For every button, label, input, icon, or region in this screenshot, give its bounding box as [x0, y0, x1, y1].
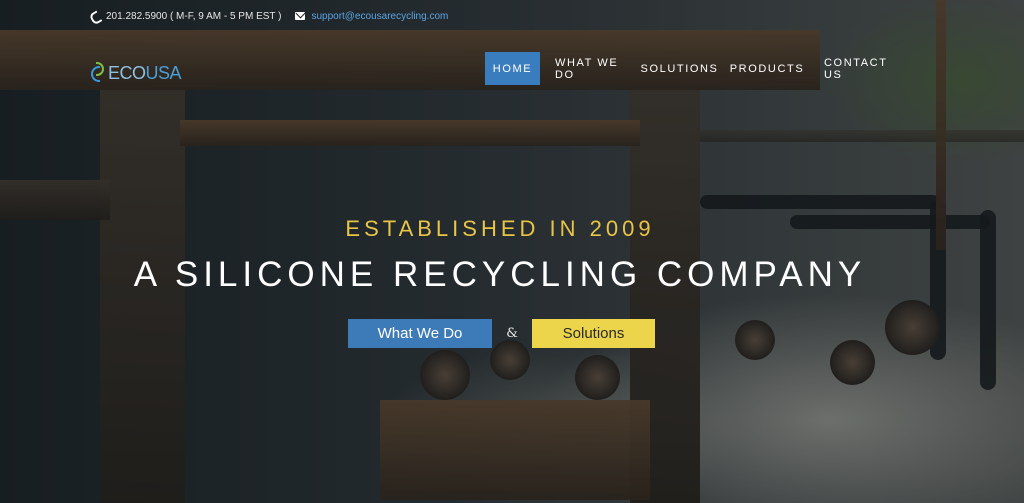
cta-row: What We Do & Solutions: [348, 319, 655, 348]
phone-text: 201.282.5900 ( M-F, 9 AM - 5 PM EST ): [106, 10, 282, 22]
phone-icon: [90, 11, 100, 21]
envelope-icon: [295, 12, 306, 20]
site-logo[interactable]: ECOUSA: [91, 61, 182, 85]
leaf-logo-icon: [91, 62, 105, 84]
nav-item-what-we-do[interactable]: WHAT WE DO: [543, 52, 635, 85]
email-contact[interactable]: support@ecousarecycling.com: [295, 11, 448, 22]
logo-text: ECOUSA: [108, 62, 182, 83]
solutions-button[interactable]: Solutions: [532, 319, 655, 348]
phone-contact[interactable]: 201.282.5900 ( M-F, 9 AM - 5 PM EST ): [90, 11, 281, 22]
what-we-do-button[interactable]: What We Do: [348, 319, 492, 348]
hero-headline: A SILICONE RECYCLING COMPANY: [133, 255, 867, 294]
nav-item-products[interactable]: PRODUCTS: [724, 52, 810, 85]
established-tagline: ESTABLISHED IN 2009: [345, 216, 655, 241]
main-nav: HOME WHAT WE DO SOLUTIONS PRODUCTS CONTA…: [485, 52, 910, 85]
nav-item-solutions[interactable]: SOLUTIONS: [637, 52, 722, 85]
ampersand-separator: &: [506, 326, 518, 341]
email-link[interactable]: support@ecousarecycling.com: [311, 11, 448, 22]
nav-item-contact-us[interactable]: CONTACT US: [812, 52, 908, 85]
contact-bar: 201.282.5900 ( M-F, 9 AM - 5 PM EST ) su…: [90, 9, 448, 23]
nav-item-home[interactable]: HOME: [485, 52, 540, 85]
